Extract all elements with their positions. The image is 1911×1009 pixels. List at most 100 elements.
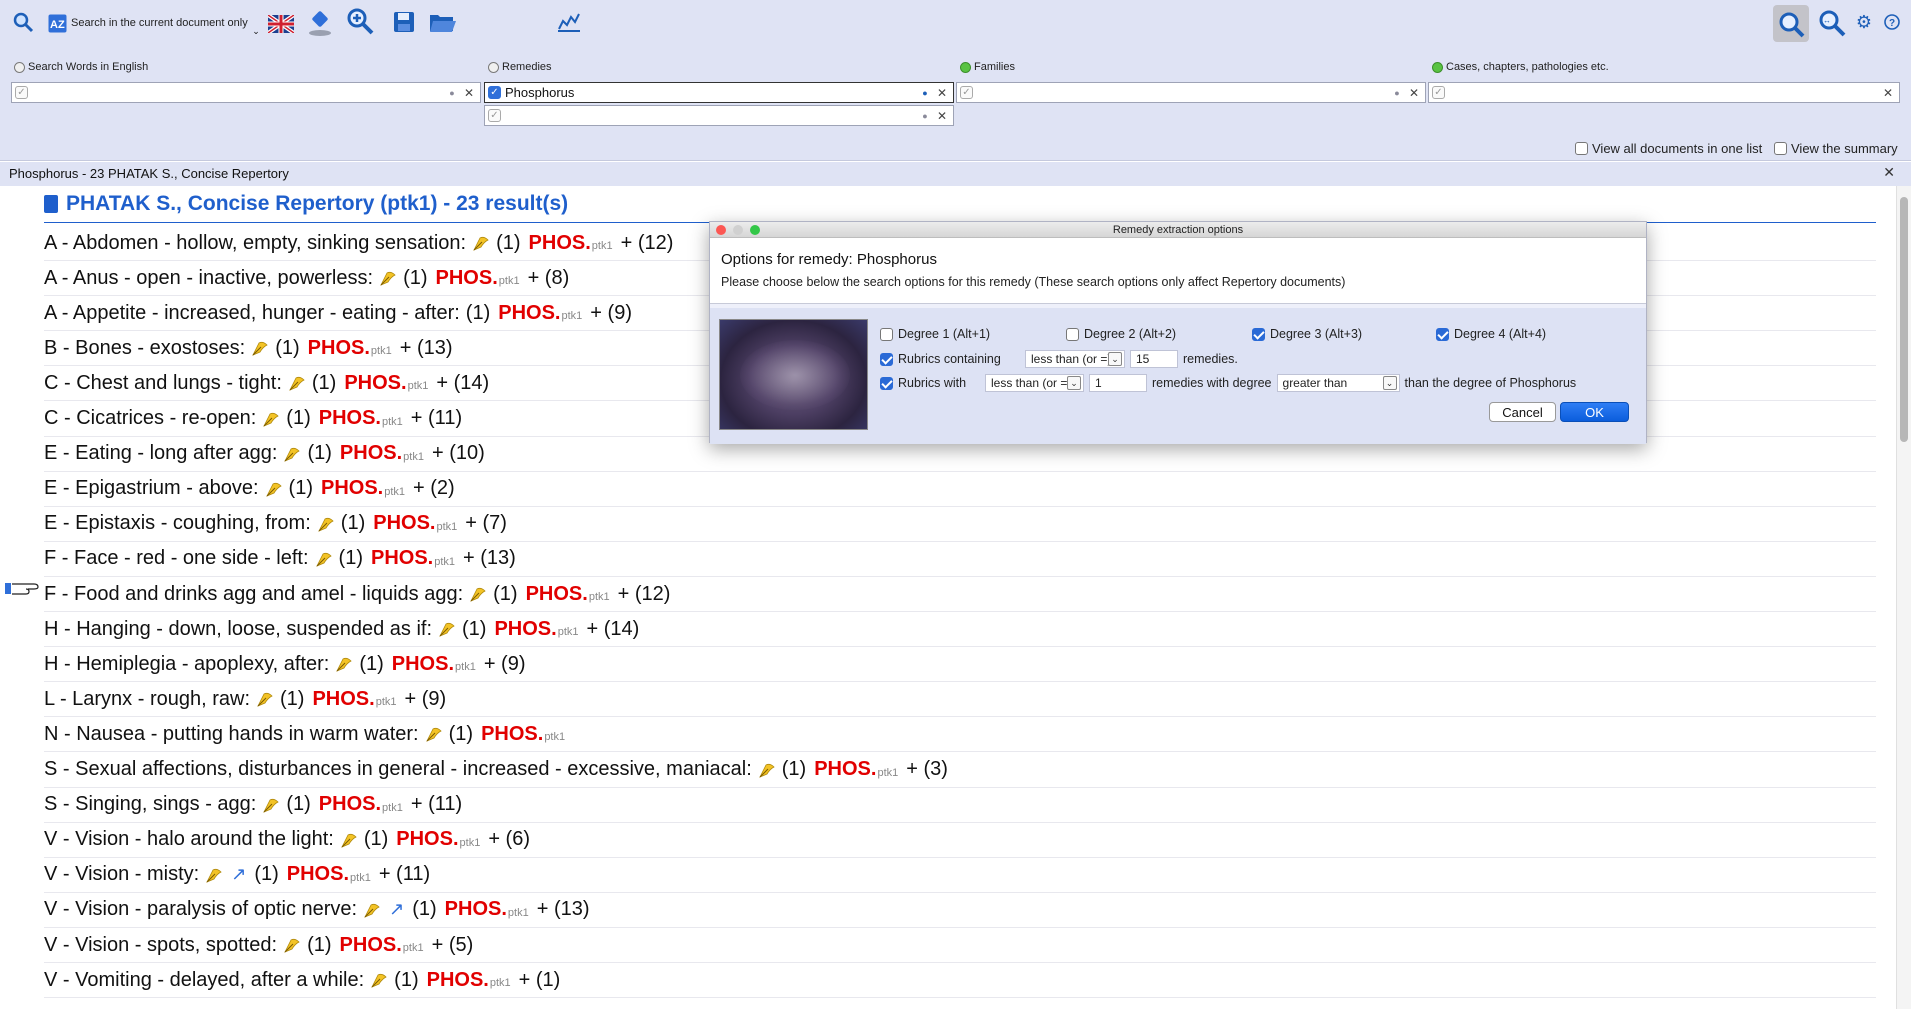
other-remedies-count[interactable]: + (14) bbox=[436, 372, 489, 395]
feather-icon[interactable] bbox=[288, 374, 306, 392]
clear-icon[interactable]: ● bbox=[919, 111, 931, 121]
feather-icon[interactable] bbox=[315, 550, 333, 568]
uk-flag-icon[interactable] bbox=[267, 14, 294, 34]
field-checkbox[interactable]: ✓ bbox=[15, 86, 28, 99]
rubric-text[interactable]: S - Sexual affections, disturbances in g… bbox=[44, 758, 752, 781]
help-icon[interactable]: ? bbox=[1883, 13, 1901, 31]
rubric-row[interactable]: E - Epistaxis - coughing, from: (1) PHOS. p… bbox=[44, 507, 1876, 542]
remedy-abbrev[interactable]: PHOS. bbox=[526, 583, 588, 606]
degree-count-input[interactable]: 1 bbox=[1089, 374, 1147, 392]
close-icon[interactable]: ✕ bbox=[1403, 86, 1425, 100]
rubric-row[interactable]: F - Food and drinks agg and amel - liqui… bbox=[44, 577, 1876, 612]
close-icon[interactable]: ✕ bbox=[1877, 86, 1899, 100]
degree2-checkbox[interactable]: Degree 2 (Alt+2) bbox=[1066, 327, 1176, 341]
rubric-row[interactable]: V - Vomiting - delayed, after a while: (1… bbox=[44, 963, 1876, 999]
remedy-abbrev[interactable]: PHOS. bbox=[319, 407, 381, 430]
ok-button[interactable]: OK bbox=[1560, 402, 1629, 422]
rubric-text[interactable]: C - Cicatrices - re-open: bbox=[44, 407, 256, 430]
remedy-abbrev[interactable]: PHOS. bbox=[287, 863, 349, 886]
remedy-abbrev[interactable]: PHOS. bbox=[396, 828, 458, 851]
remedy-abbrev[interactable]: PHOS. bbox=[344, 372, 406, 395]
search-words-input[interactable]: ✓ ● ✕ bbox=[11, 82, 481, 103]
feather-icon[interactable] bbox=[370, 971, 388, 989]
chevron-down-icon[interactable]: ⌄ bbox=[1108, 352, 1122, 366]
feather-icon[interactable] bbox=[438, 620, 456, 638]
remedies-input[interactable]: ✓ Phosphorus ● ✕ bbox=[484, 82, 954, 103]
remedy-abbrev[interactable]: PHOS. bbox=[436, 267, 498, 290]
feather-icon[interactable] bbox=[363, 901, 381, 919]
degree-count-comparator-select[interactable]: less than (or =) ⌄ bbox=[985, 374, 1084, 392]
degree1-checkbox[interactable]: Degree 1 (Alt+1) bbox=[880, 327, 990, 341]
other-remedies-count[interactable]: + (10) bbox=[432, 442, 485, 465]
toggle-dot-icon[interactable] bbox=[14, 61, 25, 73]
checkbox-box[interactable] bbox=[1066, 327, 1079, 341]
remedy-abbrev[interactable]: PHOS. bbox=[445, 898, 507, 921]
feather-icon[interactable] bbox=[758, 761, 776, 779]
feather-icon[interactable] bbox=[283, 445, 301, 463]
cancel-button[interactable]: Cancel bbox=[1489, 402, 1556, 422]
rubric-text[interactable]: V - Vomiting - delayed, after a while: bbox=[44, 969, 364, 992]
remedies-input-2[interactable]: ✓ ● ✕ bbox=[484, 105, 954, 126]
checkbox-box[interactable] bbox=[1575, 142, 1588, 155]
document-title[interactable]: PHATAK S., Concise Repertory (ptk1) - 23… bbox=[44, 192, 568, 216]
other-remedies-count[interactable]: + (8) bbox=[528, 267, 570, 290]
feather-icon[interactable] bbox=[317, 515, 335, 533]
remedy-abbrev[interactable]: PHOS. bbox=[427, 969, 489, 992]
rubric-row[interactable]: V - Vision - halo around the light: (1) PH… bbox=[44, 823, 1876, 858]
rubric-text[interactable]: A - Appetite - increased, hunger - eatin… bbox=[44, 302, 460, 325]
feather-icon[interactable] bbox=[379, 269, 397, 287]
chevron-down-icon[interactable]: ⌄ bbox=[251, 26, 261, 36]
count-input[interactable]: 15 bbox=[1130, 350, 1178, 368]
remedy-abbrev[interactable]: PHOS. bbox=[529, 232, 591, 255]
rubric-text[interactable]: A - Anus - open - inactive, powerless: bbox=[44, 267, 373, 290]
close-icon[interactable]: ✕ bbox=[458, 86, 480, 100]
feather-icon[interactable] bbox=[262, 796, 280, 814]
count-comparator-select[interactable]: less than (or =) ⌄ bbox=[1025, 350, 1125, 368]
remedy-abbrev[interactable]: PHOS. bbox=[392, 653, 454, 676]
save-icon[interactable] bbox=[392, 10, 416, 34]
result-tab[interactable]: Phosphorus - 23 PHATAK S., Concise Reper… bbox=[0, 162, 1911, 186]
other-remedies-count[interactable]: + (12) bbox=[621, 232, 674, 255]
other-remedies-count[interactable]: + (11) bbox=[411, 793, 462, 816]
rubric-row[interactable]: N - Nausea - putting hands in warm water… bbox=[44, 717, 1876, 753]
view-all-checkbox[interactable]: View all documents in one list bbox=[1575, 141, 1762, 156]
other-remedies-count[interactable]: + (5) bbox=[432, 934, 474, 957]
other-remedies-count[interactable]: + (9) bbox=[590, 302, 632, 325]
other-remedies-count[interactable]: + (12) bbox=[618, 583, 671, 606]
rubric-text[interactable]: C - Chest and lungs - tight: bbox=[44, 372, 282, 395]
remedy-abbrev[interactable]: PHOS. bbox=[494, 618, 556, 641]
remedy-abbrev[interactable]: PHOS. bbox=[498, 302, 560, 325]
remedy-abbrev[interactable]: PHOS. bbox=[308, 337, 370, 360]
dialog-titlebar[interactable]: Remedy extraction options bbox=[710, 222, 1646, 238]
rubric-text[interactable]: N - Nausea - putting hands in warm water… bbox=[44, 723, 419, 746]
checkbox-box[interactable] bbox=[880, 327, 893, 341]
feather-icon[interactable] bbox=[335, 655, 353, 673]
rubric-row[interactable]: E - Epigastrium - above: (1) PHOS. ptk1 + (2… bbox=[44, 472, 1876, 507]
zoom-active-icon[interactable] bbox=[1773, 5, 1809, 42]
rubric-row[interactable]: H - Hemiplegia - apoplexy, after: (1) PHOS… bbox=[44, 647, 1876, 683]
rubrics-with-checkbox[interactable] bbox=[880, 376, 893, 390]
remedy-abbrev[interactable]: PHOS. bbox=[340, 934, 402, 957]
magnifier-icon[interactable] bbox=[10, 9, 36, 35]
rubric-text[interactable]: V - Vision - halo around the light: bbox=[44, 828, 334, 851]
chevron-down-icon[interactable]: ⌄ bbox=[1067, 376, 1081, 390]
view-summary-checkbox[interactable]: View the summary bbox=[1774, 141, 1898, 156]
other-remedies-count[interactable]: + (1) bbox=[519, 969, 561, 992]
cases-input[interactable]: ✓ ✕ bbox=[1428, 82, 1900, 103]
feather-icon[interactable] bbox=[469, 585, 487, 603]
remedy-abbrev[interactable]: PHOS. bbox=[319, 793, 381, 816]
checkbox-box[interactable] bbox=[1774, 142, 1787, 155]
other-remedies-count[interactable]: + (13) bbox=[537, 898, 590, 921]
other-remedies-count[interactable]: + (14) bbox=[587, 618, 640, 641]
rubric-text[interactable]: E - Eating - long after agg: bbox=[44, 442, 277, 465]
close-icon[interactable]: ✕ bbox=[1883, 164, 1895, 181]
field-checkbox[interactable]: ✓ bbox=[488, 86, 501, 99]
rubric-text[interactable]: A - Abdomen - hollow, empty, sinking sen… bbox=[44, 232, 466, 255]
feather-icon[interactable] bbox=[262, 410, 280, 428]
rubric-text[interactable]: V - Vision - misty: bbox=[44, 863, 199, 886]
families-input[interactable]: ✓ ● ✕ bbox=[956, 82, 1426, 103]
field-checkbox[interactable]: ✓ bbox=[1432, 86, 1445, 99]
rubric-text[interactable]: V - Vision - paralysis of optic nerve: bbox=[44, 898, 357, 921]
close-icon[interactable]: ✕ bbox=[931, 86, 953, 100]
remedy-abbrev[interactable]: PHOS. bbox=[312, 688, 374, 711]
